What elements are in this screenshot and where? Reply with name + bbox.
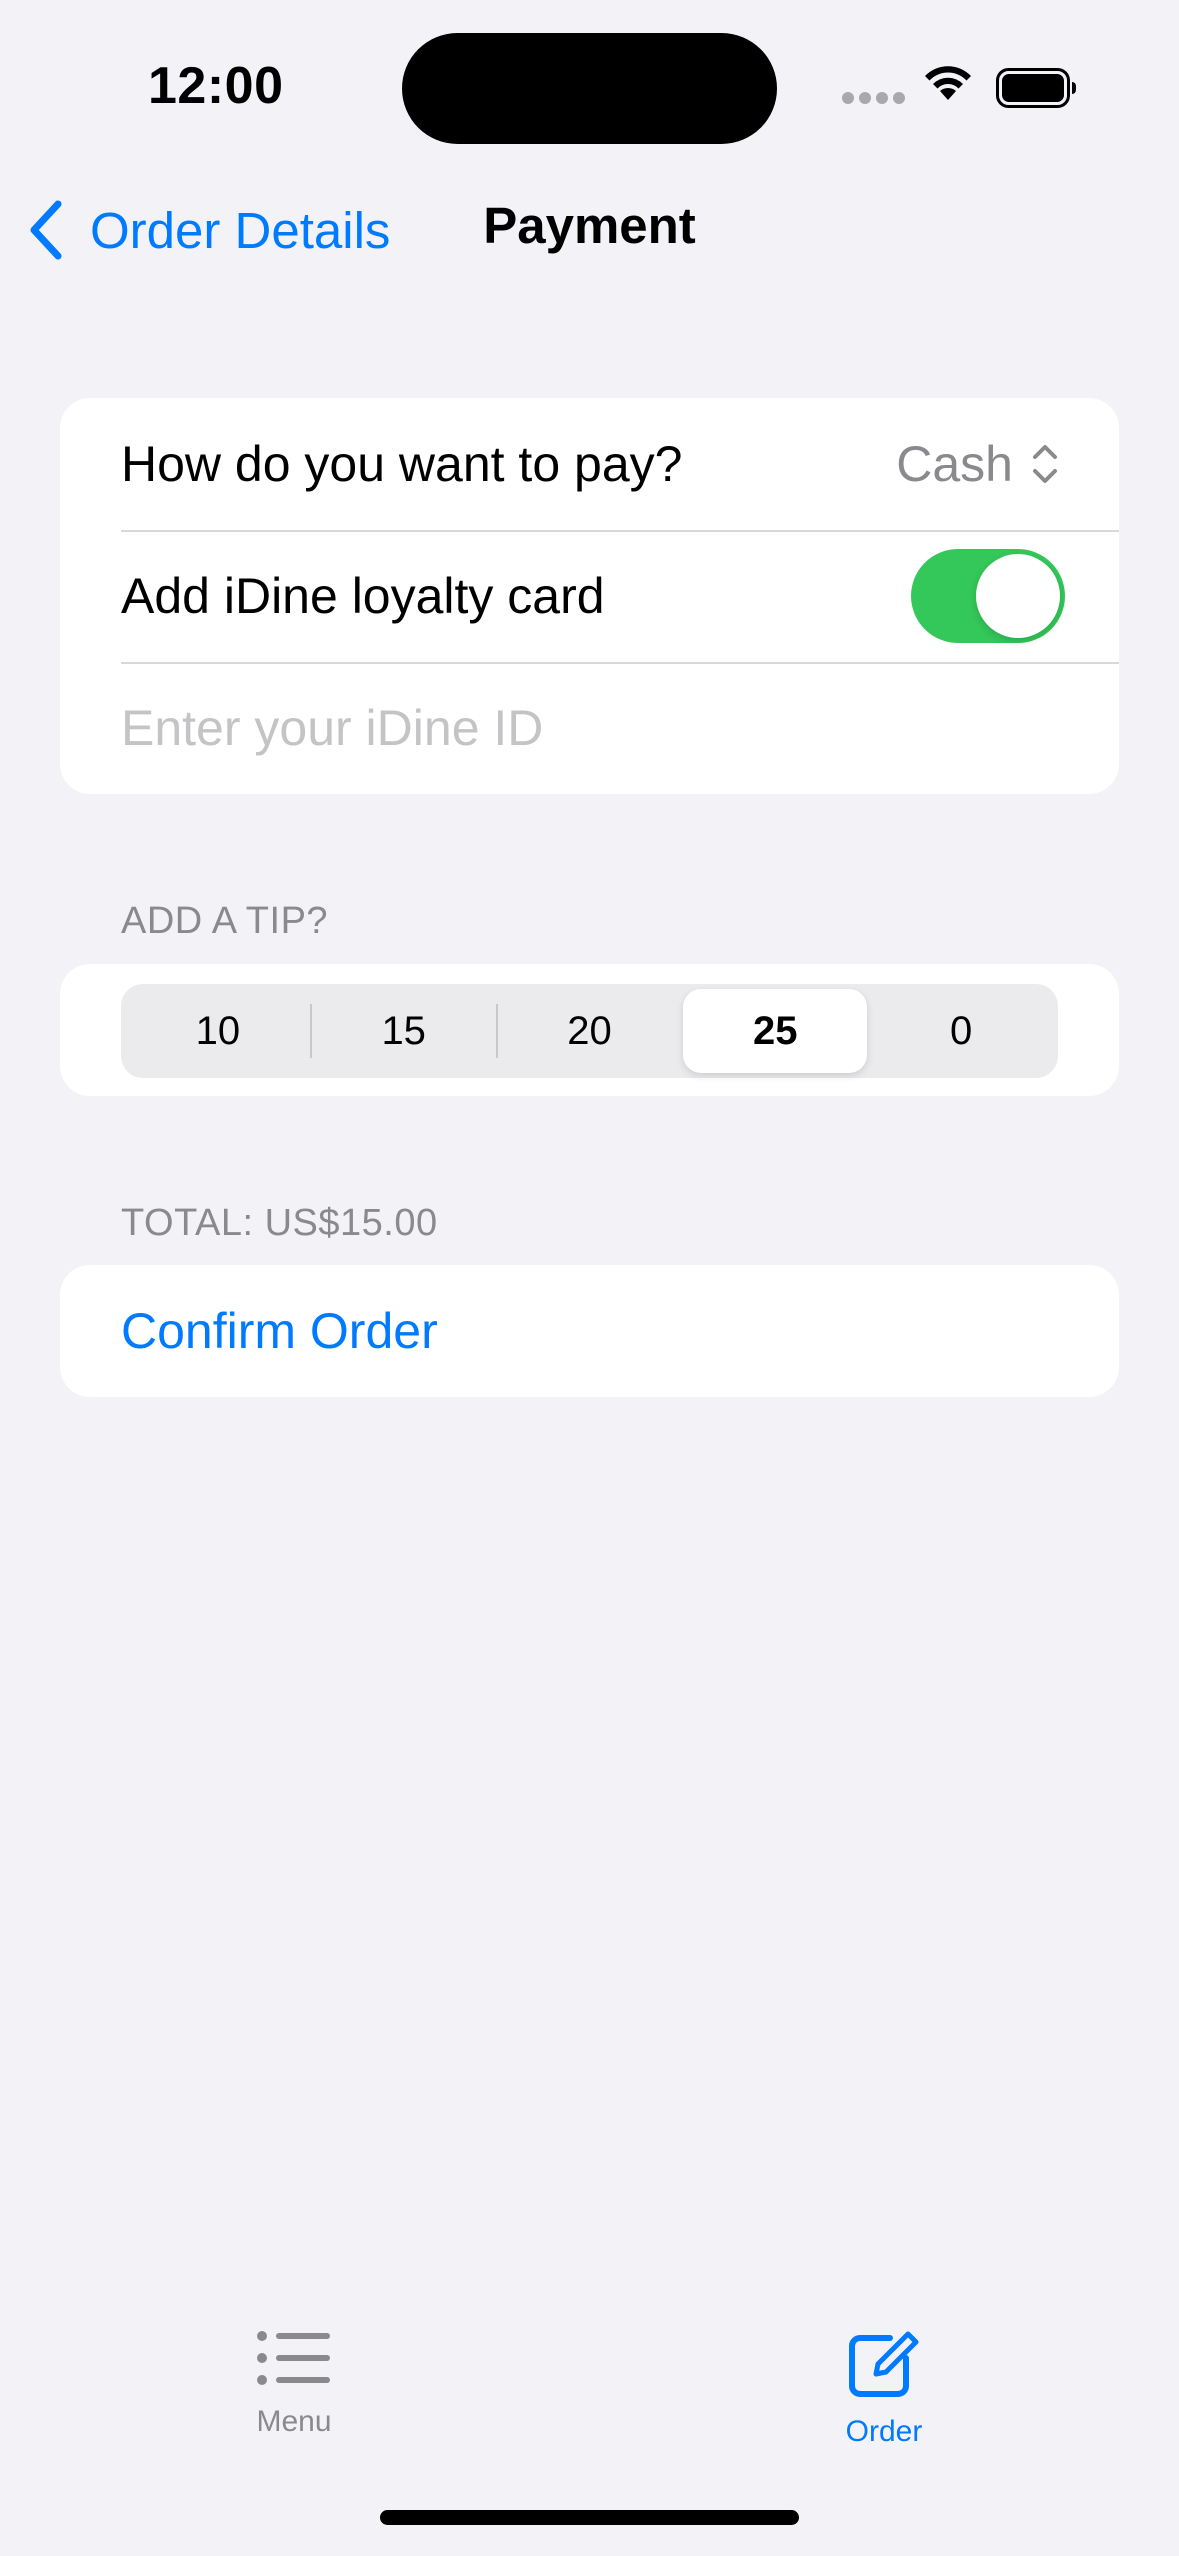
idine-id-row — [60, 662, 1119, 794]
square-and-pencil-icon — [849, 2331, 919, 2397]
tab-order-label: Order — [845, 2415, 923, 2448]
payment-method-value: Cash — [896, 436, 1013, 492]
idine-id-input[interactable] — [121, 699, 1059, 757]
tip-segmented-control: 10 15 20 25 0 — [121, 984, 1058, 1078]
tip-option-15[interactable]: 15 — [312, 989, 496, 1073]
tip-option-0[interactable]: 0 — [869, 989, 1053, 1073]
status-time: 12:00 — [148, 57, 284, 115]
loyalty-card-toggle[interactable] — [911, 549, 1065, 643]
cellular-signal-icon — [842, 92, 906, 106]
toggle-knob — [976, 554, 1060, 638]
confirm-order-label: Confirm Order — [121, 1303, 438, 1359]
payment-method-label: How do you want to pay? — [121, 436, 683, 492]
tip-section: 10 15 20 25 0 — [60, 964, 1119, 1096]
loyalty-card-row: Add iDine loyalty card — [60, 530, 1119, 662]
home-indicator — [380, 2510, 799, 2525]
confirm-order-button[interactable]: Confirm Order — [60, 1265, 1119, 1397]
total-section-header: TOTAL: US$15.00 — [121, 1202, 438, 1244]
tip-option-20[interactable]: 20 — [498, 989, 682, 1073]
tab-bar: Menu Order — [0, 2300, 1179, 2470]
payment-method-row: How do you want to pay? Cash — [60, 398, 1119, 530]
page-title: Payment — [483, 197, 696, 254]
tip-section-header: ADD A TIP? — [121, 900, 329, 942]
payment-section: How do you want to pay? Cash Add iDine l… — [60, 398, 1119, 794]
wifi-icon — [925, 66, 971, 100]
list-icon — [257, 2331, 330, 2385]
total-section: Confirm Order — [60, 1265, 1119, 1397]
tab-menu[interactable]: Menu — [194, 2328, 394, 2439]
loyalty-card-label: Add iDine loyalty card — [121, 568, 605, 624]
tip-option-25[interactable]: 25 — [683, 989, 868, 1073]
payment-method-picker[interactable]: Cash — [896, 435, 1059, 493]
dynamic-island — [402, 33, 777, 144]
tab-menu-label: Menu — [256, 2405, 332, 2438]
chevron-up-down-icon — [1033, 445, 1057, 483]
tab-order[interactable]: Order — [784, 2328, 984, 2449]
battery-icon — [996, 68, 1076, 108]
tip-option-10[interactable]: 10 — [126, 989, 310, 1073]
payment-screen: 12:00 Order Details Payment How do you w… — [0, 0, 1179, 2556]
